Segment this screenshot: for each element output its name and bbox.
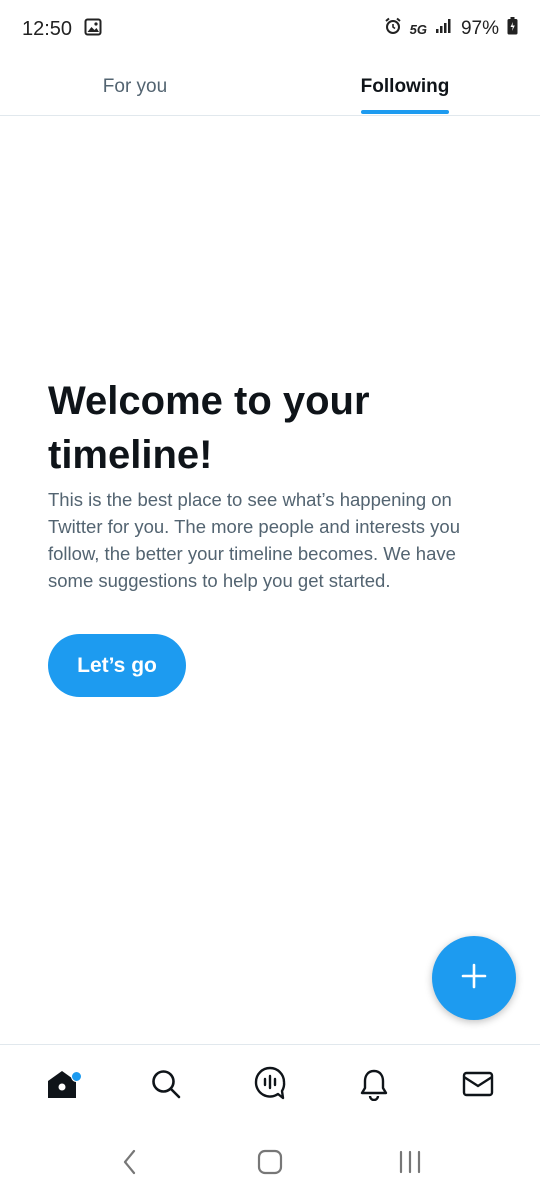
nav-spaces[interactable] [240,1057,300,1117]
twitter-home-screen: 12:50 5G 97% For you Following Welcome t… [0,0,540,1200]
active-tab-indicator [361,110,449,114]
spaces-icon [252,1066,288,1107]
signal-icon [435,18,453,40]
nav-home[interactable] [32,1057,92,1117]
status-bar: 12:50 5G 97% [0,0,540,58]
recents-icon [396,1149,424,1180]
nav-notifications[interactable] [344,1057,404,1117]
status-right: 5G 97% [384,17,518,41]
tab-label: For you [102,75,168,97]
alarm-icon [384,17,402,41]
welcome-body: This is the best place to see what’s hap… [48,489,461,591]
image-icon [84,18,102,41]
chevron-left-icon [120,1148,140,1181]
search-icon [150,1068,182,1105]
home-square-icon [256,1148,284,1181]
system-home-button[interactable] [240,1134,300,1194]
nav-messages[interactable] [448,1057,508,1117]
welcome-title: Welcome to your timeline! [48,379,370,477]
timeline-tabs: For you Following [0,58,540,116]
mail-icon [461,1069,495,1104]
system-recents-button[interactable] [380,1134,440,1194]
bottom-navigation [0,1044,540,1128]
compose-tweet-button[interactable] [432,936,516,1020]
battery-icon [507,17,518,41]
tab-following[interactable]: Following [270,58,540,115]
timeline-content: Welcome to your timeline! This is the be… [0,116,540,1044]
system-back-button[interactable] [100,1134,160,1194]
notifications-icon [358,1067,390,1106]
tab-for-you[interactable]: For you [0,58,270,115]
battery-level: 97% [460,18,499,39]
lets-go-button[interactable]: Let’s go [48,634,186,697]
status-left: 12:50 [22,18,102,41]
status-time: 12:50 [22,17,73,40]
nav-search[interactable] [136,1057,196,1117]
plus-icon [459,961,489,996]
new-content-dot [71,1070,82,1082]
system-navigation-bar [0,1128,540,1200]
tab-label: Following [360,75,450,97]
network-type: 5G [409,21,427,37]
